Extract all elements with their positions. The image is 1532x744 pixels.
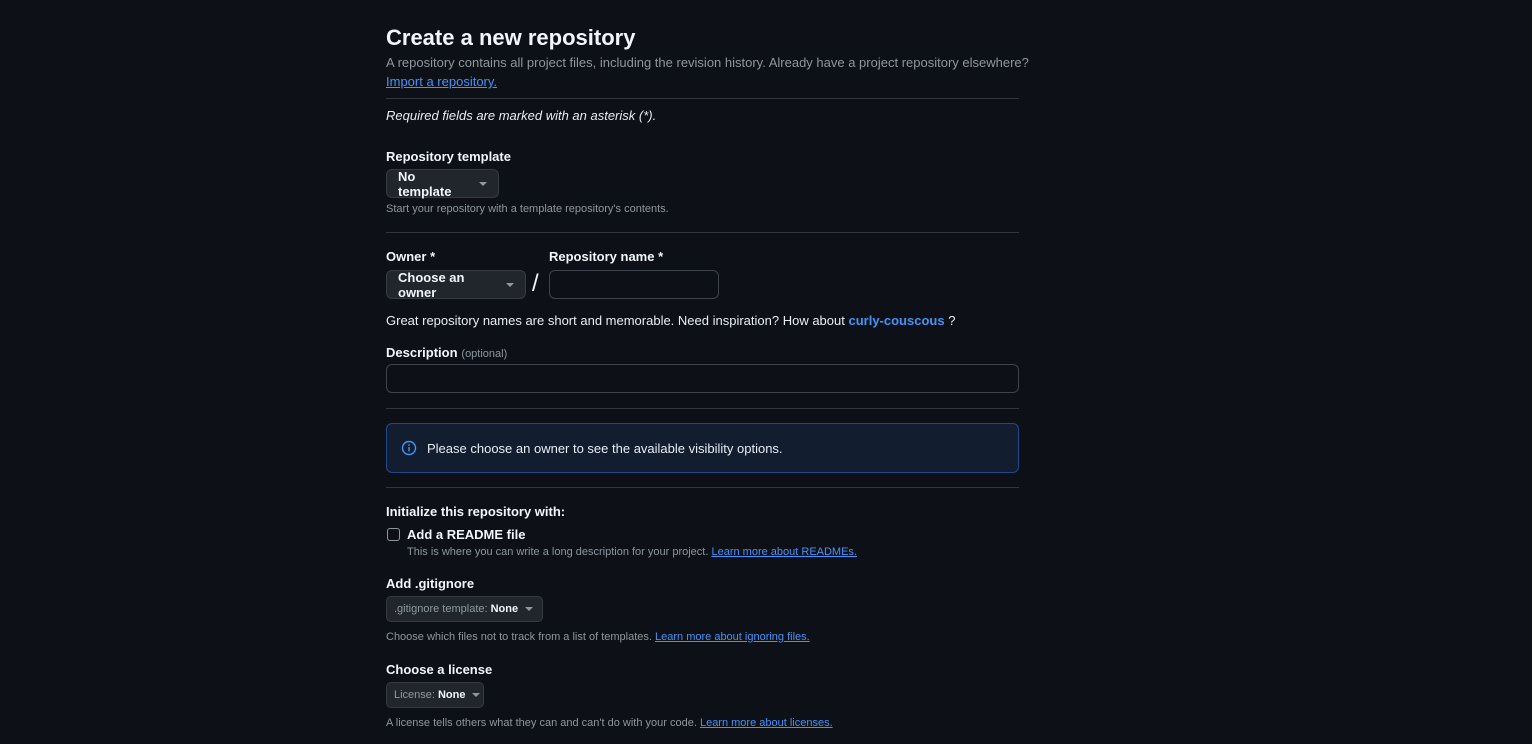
add-readme-checkbox[interactable] (387, 528, 400, 541)
gitignore-dropdown-key: .gitignore template: (394, 603, 488, 615)
divider (386, 98, 1019, 99)
gitignore-dropdown-value: None (490, 603, 519, 615)
divider (386, 408, 1019, 409)
suggestion-text: Great repository names are short and mem… (386, 313, 845, 328)
template-hint: Start your repository with a template re… (386, 203, 669, 215)
repository-name-label: Repository name * (549, 249, 664, 264)
initialize-heading: Initialize this repository with: (386, 504, 566, 519)
chevron-down-icon (472, 693, 481, 697)
license-dropdown[interactable]: License: None (386, 682, 484, 708)
template-dropdown-button[interactable]: No template (386, 168, 499, 199)
chevron-down-icon (479, 181, 487, 186)
description-optional: (optional) (461, 348, 508, 360)
gitignore-learn-more-link[interactable]: Learn more about ignoring files. (655, 631, 810, 643)
gitignore-hint: Choose which files not to track from a l… (386, 631, 652, 643)
readme-hint: This is where you can write a long descr… (407, 546, 709, 558)
gitignore-template-dropdown[interactable]: .gitignore template: None (386, 596, 543, 622)
gitignore-heading: Add .gitignore (386, 576, 475, 591)
description-input[interactable] (386, 364, 1019, 393)
license-dropdown-key: License: (394, 689, 435, 701)
owner-dropdown-button[interactable]: Choose an owner (386, 269, 526, 300)
visibility-info-text: Please choose an owner to see the availa… (427, 440, 783, 456)
divider (386, 487, 1019, 488)
template-label: Repository template (386, 149, 511, 164)
description-label-group: Description (optional) (386, 344, 507, 360)
suggested-name-link[interactable]: curly-couscous (848, 313, 944, 328)
license-hint: A license tells others what they can and… (386, 717, 697, 729)
name-suggestion: Great repository names are short and mem… (386, 313, 955, 328)
readme-learn-more-link[interactable]: Learn more about READMEs. (711, 546, 857, 558)
license-heading: Choose a license (386, 662, 493, 677)
divider (386, 232, 1019, 233)
repository-name-input[interactable] (549, 270, 719, 299)
gitignore-hint-line: Choose which files not to track from a l… (386, 631, 810, 643)
description-label: Description (386, 345, 458, 360)
page-subtitle: A repository contains all project files,… (386, 55, 1029, 70)
visibility-info-banner: Please choose an owner to see the availa… (386, 423, 1019, 473)
owner-label: Owner * (386, 249, 436, 264)
suggestion-suffix: ? (948, 313, 956, 328)
license-hint-line: A license tells others what they can and… (386, 717, 833, 729)
required-note: Required fields are marked with an aster… (386, 108, 657, 123)
owner-dropdown-label: Choose an owner (398, 269, 465, 300)
owner-repo-separator: / (532, 270, 539, 297)
import-repository-link[interactable]: Import a repository. (386, 74, 497, 89)
readme-hint-line: This is where you can write a long descr… (407, 546, 857, 558)
license-dropdown-value: None (437, 689, 466, 701)
chevron-down-icon (506, 282, 514, 287)
license-learn-more-link[interactable]: Learn more about licenses. (700, 717, 833, 729)
page-title: Create a new repository (386, 25, 636, 50)
info-icon (401, 440, 417, 456)
template-dropdown-label: No template (398, 168, 452, 199)
chevron-down-icon (525, 607, 534, 611)
add-readme-label[interactable]: Add a README file (407, 527, 525, 542)
